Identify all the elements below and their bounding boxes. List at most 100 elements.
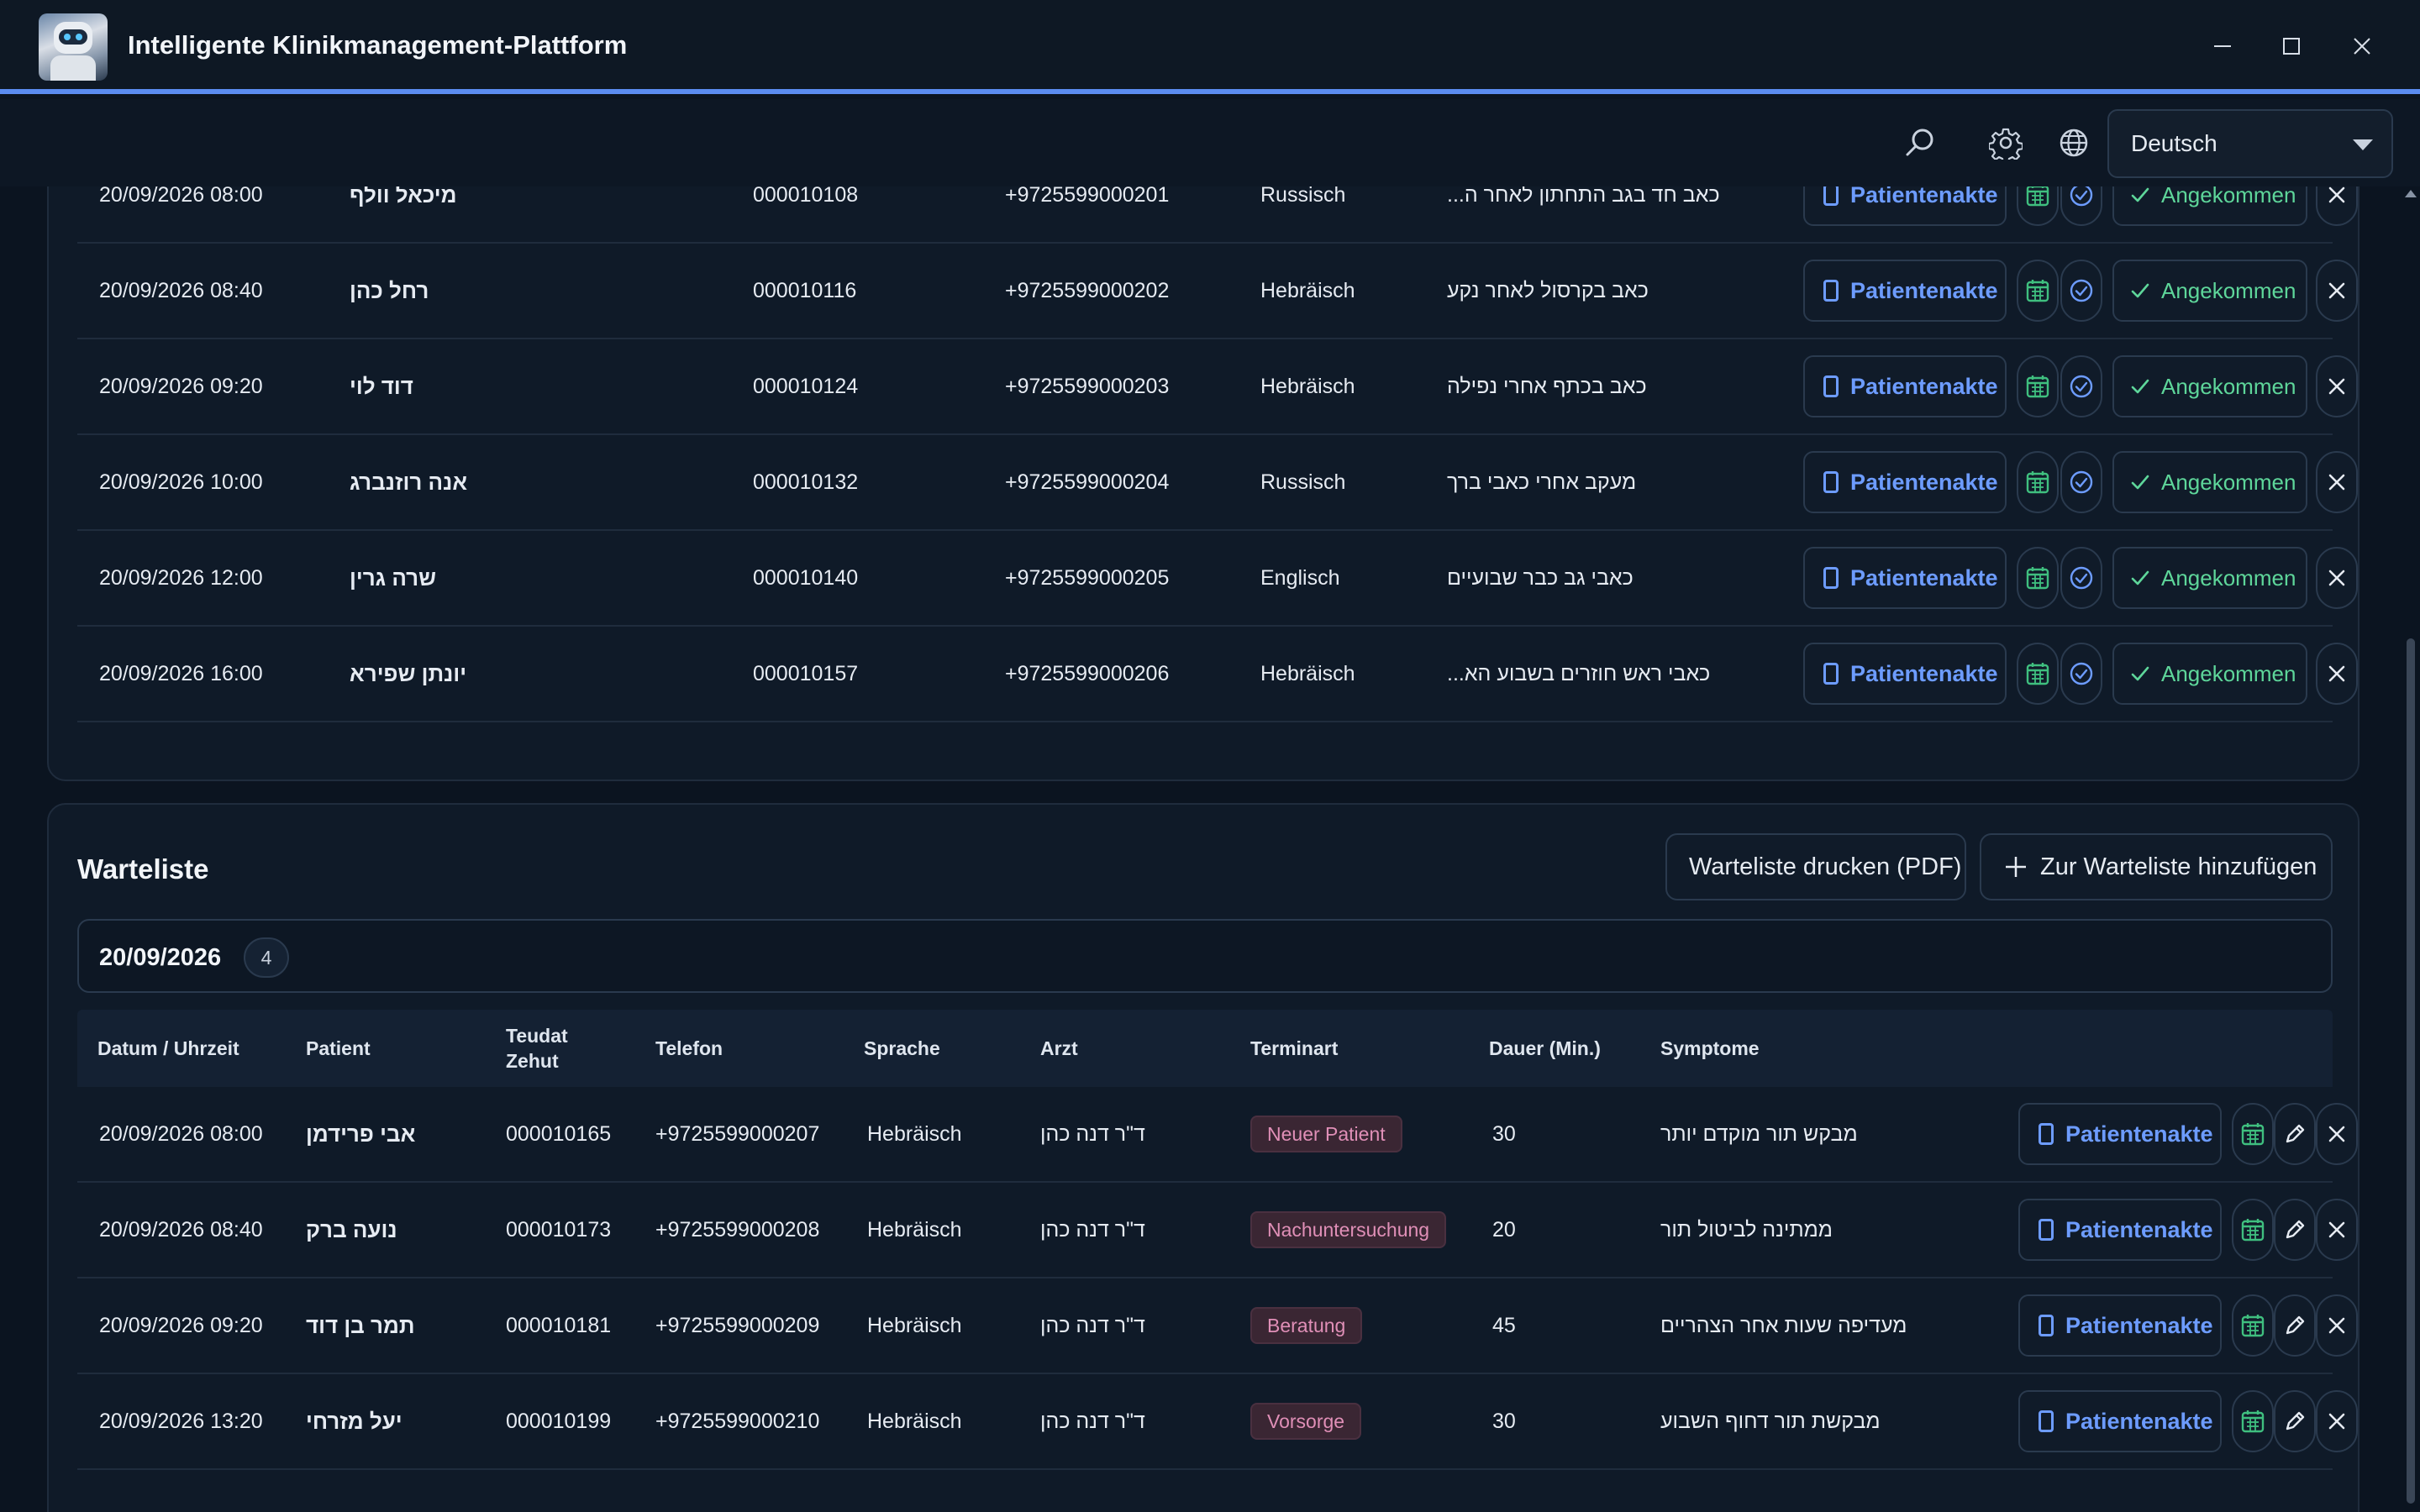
patient-record-button[interactable]: Patientenakte bbox=[1803, 355, 2007, 417]
patient-record-button[interactable]: Patientenakte bbox=[1803, 451, 2007, 513]
language-select[interactable]: Deutsch bbox=[2107, 109, 2393, 178]
arrived-button[interactable]: Angekommen bbox=[2112, 451, 2307, 513]
col-language: Sprache bbox=[864, 1037, 940, 1059]
cancel-appointment-button[interactable] bbox=[2316, 643, 2358, 705]
chevron-down-icon bbox=[2353, 139, 2373, 150]
waitlist-symptoms: מבקשת תור דחוף השבוע bbox=[1660, 1409, 1881, 1433]
scrollbar-thumb[interactable] bbox=[2407, 638, 2415, 1504]
calendar-icon bbox=[2026, 186, 2049, 207]
appointment-phone: +9725599000206 bbox=[1005, 661, 1170, 685]
check-circle-icon bbox=[2070, 186, 2093, 207]
app-title: Intelligente Klinikmanagement-Plattform bbox=[128, 30, 628, 60]
print-waitlist-button[interactable]: Warteliste drucken (PDF) bbox=[1665, 833, 1966, 900]
confirm-button[interactable] bbox=[2060, 186, 2102, 226]
confirm-button[interactable] bbox=[2060, 451, 2102, 513]
patient-record-button[interactable]: Patientenakte bbox=[1803, 186, 2007, 226]
patient-record-button[interactable]: Patientenakte bbox=[1803, 643, 2007, 705]
cancel-appointment-button[interactable] bbox=[2316, 355, 2358, 417]
arrived-button[interactable]: Angekommen bbox=[2112, 186, 2307, 226]
reschedule-button[interactable] bbox=[2017, 186, 2059, 226]
remove-button[interactable] bbox=[2316, 1390, 2358, 1452]
calendar-icon bbox=[2241, 1123, 2265, 1146]
cancel-appointment-button[interactable] bbox=[2316, 260, 2358, 322]
edit-button[interactable] bbox=[2274, 1103, 2316, 1165]
confirm-button[interactable] bbox=[2060, 643, 2102, 705]
appointment-datetime: 20/09/2026 10:00 bbox=[99, 470, 263, 494]
schedule-button[interactable] bbox=[2232, 1199, 2274, 1261]
arrived-button[interactable]: Angekommen bbox=[2112, 355, 2307, 417]
waitlist-phone: +9725599000209 bbox=[655, 1313, 820, 1337]
appointment-datetime: 20/09/2026 08:00 bbox=[99, 186, 263, 207]
globe-icon[interactable] bbox=[2054, 123, 2093, 162]
scroll-up-arrow-icon[interactable] bbox=[2405, 190, 2417, 197]
cancel-appointment-button[interactable] bbox=[2316, 186, 2358, 226]
reschedule-button[interactable] bbox=[2017, 451, 2059, 513]
patient-record-label: Patientenakte bbox=[1850, 277, 1998, 303]
reschedule-button[interactable] bbox=[2017, 355, 2059, 417]
calendar-icon bbox=[2026, 280, 2049, 302]
waitlist-row: 20/09/2026 09:20 תמר בן דוד 000010181 +9… bbox=[77, 1278, 2358, 1374]
check-icon bbox=[2131, 570, 2149, 585]
waitlist-date-group[interactable]: 20/09/2026 4 bbox=[77, 919, 2333, 993]
waitlist-patient: נועה ברק bbox=[306, 1216, 397, 1242]
document-icon bbox=[1823, 375, 1839, 397]
edit-button[interactable] bbox=[2274, 1390, 2316, 1452]
col-id-line1: Teudat bbox=[506, 1025, 568, 1047]
cancel-appointment-button[interactable] bbox=[2316, 547, 2358, 609]
confirm-button[interactable] bbox=[2060, 260, 2102, 322]
remove-button[interactable] bbox=[2316, 1199, 2358, 1261]
appointment-patient: רחל כהן bbox=[350, 277, 429, 303]
close-icon bbox=[2328, 378, 2345, 395]
arrived-button[interactable]: Angekommen bbox=[2112, 547, 2307, 609]
waitlist-doctor: ד"ר דנה כהן bbox=[1040, 1121, 1145, 1146]
waitlist-table-header: Datum / Uhrzeit Patient Teudat Zehut Tel… bbox=[77, 1010, 2333, 1087]
schedule-button[interactable] bbox=[2232, 1103, 2274, 1165]
reschedule-button[interactable] bbox=[2017, 643, 2059, 705]
confirm-button[interactable] bbox=[2060, 355, 2102, 417]
patient-record-button[interactable]: Patientenakte bbox=[2018, 1103, 2222, 1165]
waitlist-patient: תמר בן דוד bbox=[306, 1312, 415, 1338]
appointment-symptoms: כאב חד בגב התחתון לאחר ה... bbox=[1447, 186, 1720, 207]
remove-button[interactable] bbox=[2316, 1294, 2358, 1357]
waitlist-doctor: ד"ר דנה כהן bbox=[1040, 1313, 1145, 1337]
add-to-waitlist-button[interactable]: Zur Warteliste hinzufügen bbox=[1980, 833, 2333, 900]
waitlist-symptoms: ממתינה לביטול תור bbox=[1660, 1217, 1833, 1242]
arrived-button[interactable]: Angekommen bbox=[2112, 260, 2307, 322]
minimize-icon[interactable] bbox=[2202, 25, 2244, 67]
waitlist-phone: +9725599000210 bbox=[655, 1409, 820, 1433]
confirm-button[interactable] bbox=[2060, 547, 2102, 609]
edit-button[interactable] bbox=[2274, 1199, 2316, 1261]
appointment-language: Englisch bbox=[1260, 565, 1340, 590]
search-icon[interactable] bbox=[1901, 123, 1939, 162]
close-window-icon[interactable] bbox=[2341, 25, 2383, 67]
col-id: Teudat Zehut bbox=[506, 1010, 568, 1087]
edit-button[interactable] bbox=[2274, 1294, 2316, 1357]
waitlist-datetime: 20/09/2026 13:20 bbox=[99, 1409, 263, 1433]
gear-icon[interactable] bbox=[1986, 123, 2025, 162]
cancel-appointment-button[interactable] bbox=[2316, 451, 2358, 513]
appointment-patient: אנה רוזנברג bbox=[350, 469, 468, 495]
remove-button[interactable] bbox=[2316, 1103, 2358, 1165]
appointments-card: 20/09/2026 08:00 מיכאל וולף 000010108 +9… bbox=[47, 186, 2360, 781]
reschedule-button[interactable] bbox=[2017, 260, 2059, 322]
waitlist-id: 000010173 bbox=[506, 1217, 612, 1242]
reschedule-button[interactable] bbox=[2017, 547, 2059, 609]
waitlist-language: Hebräisch bbox=[867, 1409, 962, 1433]
appointment-patient: שרה גרין bbox=[350, 564, 437, 591]
maximize-icon[interactable] bbox=[2270, 25, 2312, 67]
arrived-button[interactable]: Angekommen bbox=[2112, 643, 2307, 705]
document-icon bbox=[1823, 663, 1839, 685]
schedule-button[interactable] bbox=[2232, 1390, 2274, 1452]
schedule-button[interactable] bbox=[2232, 1294, 2274, 1357]
patient-record-button[interactable]: Patientenakte bbox=[2018, 1294, 2222, 1357]
appointment-language: Russisch bbox=[1260, 186, 1346, 207]
patient-record-button[interactable]: Patientenakte bbox=[2018, 1199, 2222, 1261]
patient-record-button[interactable]: Patientenakte bbox=[1803, 547, 2007, 609]
waitlist-language: Hebräisch bbox=[867, 1217, 962, 1242]
patient-record-button[interactable]: Patientenakte bbox=[2018, 1390, 2222, 1452]
waitlist-type: Nachuntersuchung bbox=[1250, 1183, 1447, 1277]
patient-record-button[interactable]: Patientenakte bbox=[1803, 260, 2007, 322]
document-icon bbox=[2039, 1219, 2054, 1241]
patient-record-label: Patientenakte bbox=[1850, 373, 1998, 399]
arrived-label: Angekommen bbox=[2161, 660, 2296, 686]
